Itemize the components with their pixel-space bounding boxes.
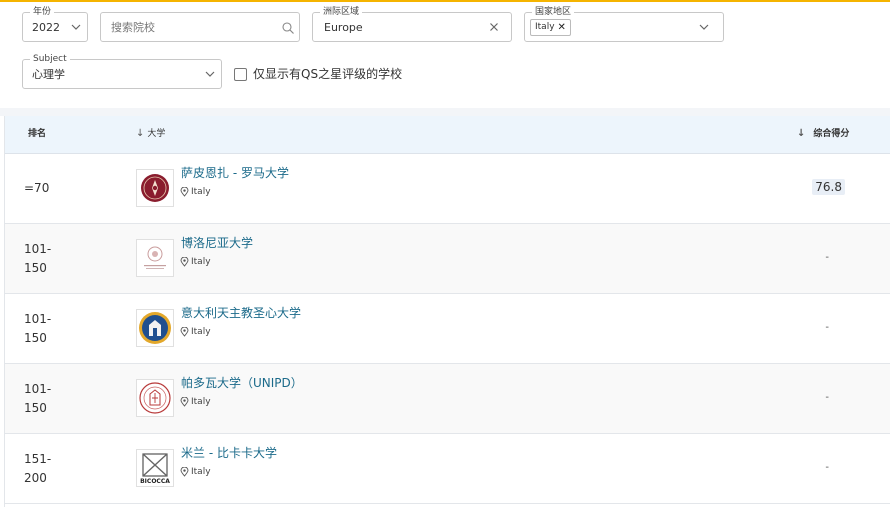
clear-icon[interactable] — [487, 19, 501, 33]
rank-cell: 101- 150 — [24, 312, 52, 345]
university-logo-cattolica[interactable] — [136, 309, 174, 347]
university-name-link[interactable]: 意大利天主教圣心大学 — [181, 305, 301, 321]
university-name-link[interactable]: 萨皮恩扎 - 罗马大学 — [181, 165, 289, 181]
region-select-label: 洲际区域 — [320, 6, 363, 18]
country-select-label: 国家地区 — [532, 6, 575, 18]
university-location: Italy — [180, 256, 211, 268]
university-location: Italy — [180, 326, 211, 338]
university-name-link[interactable]: 帕多瓦大学（UNIPD） — [181, 375, 303, 391]
score-column-header[interactable]: ↓ 综合得分 — [797, 128, 849, 140]
rank-column-header[interactable]: 排名 — [28, 128, 46, 140]
region-select-value: Europe — [324, 21, 363, 34]
filter-panel: 年份 2022 搜索院校 洲际区域 Europe 国家地区 Italy ✕ Su… — [0, 2, 890, 108]
chip-remove-icon[interactable]: ✕ — [558, 20, 566, 35]
qs-stars-label: 仅显示有QS之星评级的学校 — [253, 67, 403, 81]
search-field[interactable]: 搜索院校 — [100, 12, 300, 42]
year-select[interactable]: 年份 2022 — [22, 6, 88, 42]
qs-stars-checkbox[interactable] — [234, 67, 247, 81]
table-row[interactable]: 101- 150 博洛尼亚大学 Italy - — [5, 224, 890, 294]
university-location: Italy — [180, 466, 211, 478]
table-row[interactable]: 101- 150 帕多瓦大学（UNIPD） Italy - — [5, 364, 890, 434]
chevron-down-icon — [69, 19, 83, 33]
year-select-value: 2022 — [32, 21, 60, 34]
overall-score: - — [825, 322, 829, 333]
university-location: Italy — [180, 396, 211, 408]
location-pin-icon — [180, 257, 189, 267]
bicocca-logo-text: BICOCCA — [140, 478, 170, 485]
rankings-table: 排名 ↓ 大学 ↓ 综合得分 =70 萨皮恩扎 - 罗马大学 Italy 76.… — [4, 116, 890, 507]
university-column-header[interactable]: ↓ 大学 — [136, 128, 165, 140]
location-pin-icon — [180, 187, 189, 197]
overall-score: - — [825, 462, 829, 473]
region-select[interactable]: 洲际区域 Europe — [312, 6, 512, 42]
overall-score: - — [825, 252, 829, 263]
university-logo-bicocca[interactable]: BICOCCA — [136, 449, 174, 487]
country-chip[interactable]: Italy ✕ — [530, 19, 571, 36]
location-pin-icon — [180, 327, 189, 337]
country-select[interactable]: 国家地区 Italy ✕ — [524, 6, 724, 42]
rank-cell: 101- 150 — [24, 242, 52, 275]
search-input[interactable]: 搜索院校 — [111, 21, 155, 34]
overall-score: 76.8 — [812, 179, 845, 195]
location-pin-icon — [180, 467, 189, 477]
year-select-label: 年份 — [30, 6, 55, 18]
location-pin-icon — [180, 397, 189, 407]
country-chip-label: Italy — [535, 22, 555, 32]
university-name-link[interactable]: 米兰 - 比卡卡大学 — [181, 445, 277, 461]
qs-stars-filter[interactable]: 仅显示有QS之星评级的学校 — [234, 67, 402, 81]
table-row[interactable]: =70 萨皮恩扎 - 罗马大学 Italy 76.8 — [5, 154, 890, 224]
subject-select-label: Subject — [30, 53, 70, 65]
university-logo-sapienza[interactable] — [136, 169, 174, 207]
search-icon — [281, 20, 295, 34]
university-logo-bologna[interactable] — [136, 239, 174, 277]
subject-select-value: 心理学 — [32, 68, 65, 81]
university-name-link[interactable]: 博洛尼亚大学 — [181, 235, 253, 251]
overall-score: - — [825, 392, 829, 403]
sort-arrow-icon: ↓ — [797, 128, 806, 139]
rank-cell: 151- 200 — [24, 452, 52, 485]
subject-select[interactable]: Subject 心理学 — [22, 53, 222, 89]
table-header: 排名 ↓ 大学 ↓ 综合得分 — [5, 116, 890, 154]
table-row[interactable]: 101- 150 意大利天主教圣心大学 Italy - — [5, 294, 890, 364]
rank-cell: =70 — [24, 181, 50, 195]
university-logo-padova[interactable] — [136, 379, 174, 417]
sort-arrow-icon: ↓ — [136, 128, 145, 139]
section-divider — [0, 108, 890, 116]
table-row[interactable]: 151- 200 BICOCCA 米兰 - 比卡卡大学 Italy - — [5, 434, 890, 504]
university-location: Italy — [180, 186, 211, 198]
rank-cell: 101- 150 — [24, 382, 52, 415]
chevron-down-icon — [697, 19, 711, 33]
chevron-down-icon — [203, 66, 217, 80]
